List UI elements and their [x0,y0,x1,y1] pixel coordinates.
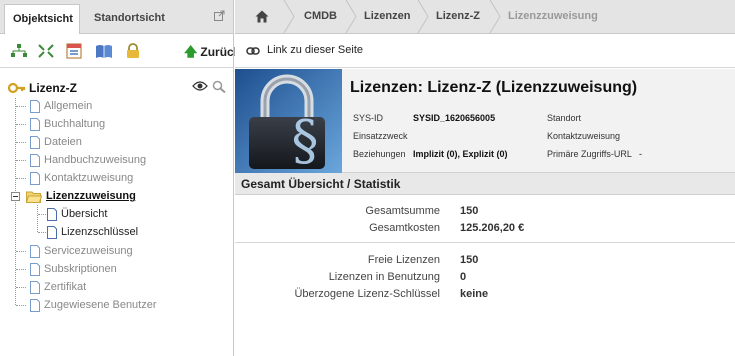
breadcrumb-separator-icon [345,0,357,33]
tree-item-handbuchzuweisung[interactable]: Handbuchzuweisung [30,152,146,168]
stat-value-ueberzogene-schluessel: keine [460,288,489,300]
home-icon[interactable] [255,10,269,23]
attr-label-beziehungen: Beziehungen [353,149,406,159]
object-header: § Lizenzen: Lizenz-Z (Lizenzzuweisung) S… [235,69,735,173]
page-link[interactable]: Link zu dieser Seite [267,44,363,56]
document-icon [47,225,57,239]
document-icon [30,298,40,312]
arrow-up-icon: 🡅 [184,44,198,59]
breadcrumb: CMDB Lizenzen Lizenz-Z Lizenzzuweisung [235,0,735,34]
chain-link-icon [246,47,260,55]
tree-item-label: Übersicht [61,208,108,220]
document-icon [30,262,40,276]
license-lock-image: § [235,69,342,173]
svg-text:§: § [292,109,319,172]
document-icon [30,171,40,185]
stat-value-gesamtsumme: 150 [460,205,479,217]
tree-toolbar: 🡅 Zurück [0,34,240,68]
tree-collapse-icon[interactable] [37,43,55,59]
tree-item-kontaktzuweisung[interactable]: Kontaktzuweisung [30,170,133,186]
tree-item-zugewiesene-benutzer[interactable]: Zugewiesene Benutzer [30,297,157,313]
stat-value-gesamtkosten: 125.206,20 € [460,222,525,234]
popout-icon[interactable] [214,10,225,21]
breadcrumb-item-lizenzen[interactable]: Lizenzen [364,0,410,33]
tree-item-label: Zugewiesene Benutzer [44,299,157,311]
section-title: Gesamt Übersicht / Statistik [235,173,735,195]
attr-value-sysid: SYSID_1620656005 [413,113,496,123]
tree-item-label: Allgemein [44,100,93,112]
magnifier-icon[interactable] [212,80,226,93]
breadcrumb-item-lizenz-z[interactable]: Lizenz-Z [436,0,480,33]
breadcrumb-item-current: Lizenzzuweisung [508,10,598,22]
tree-item-servicezuweisung[interactable]: Servicezuweisung [30,243,133,259]
stat-value-lizenzen-in-benutzung: 0 [460,271,467,283]
breadcrumb-separator-icon [489,0,501,33]
document-icon [30,117,40,131]
stat-value-freie-lizenzen: 150 [460,254,479,266]
attr-label-standort: Standort [547,113,582,123]
tree-item-buchhaltung[interactable]: Buchhaltung [30,116,105,132]
tree-item-label: Dateien [44,136,82,148]
tree-root[interactable]: Lizenz-Z [8,80,77,96]
folder-open-icon [26,191,42,203]
stat-label-gesamtsumme: Gesamtsumme [365,205,440,217]
stat-divider [235,242,735,243]
stat-label-freie-lizenzen: Freie Lizenzen [367,254,440,266]
document-icon [47,207,57,221]
tree-item-zertifikat[interactable]: Zertifikat [30,279,86,295]
tab-objektsicht[interactable]: Objektsicht [4,4,80,35]
collapse-toggle-icon[interactable] [11,192,20,201]
tab-standortsicht[interactable]: Standortsicht [86,4,173,34]
object-title: Lizenzen: Lizenz-Z (Lizenzzuweisung) [350,79,638,96]
tree-item-subskriptionen[interactable]: Subskriptionen [30,261,117,277]
tree-item-lizenzzuweisung[interactable]: Lizenzzuweisung [26,188,136,204]
stat-label-lizenzen-in-benutzung: Lizenzen in Benutzung [328,271,440,283]
lock-icon[interactable] [124,43,142,59]
tree-item-label: Buchhaltung [44,118,106,130]
tree-item-label: Kontaktzuweisung [44,172,134,184]
attr-value-beziehungen: Implizit (0), Explizit (0) [413,149,508,159]
breadcrumb-item-cmdb[interactable]: CMDB [304,0,337,33]
tree-item-label: Lizenzschlüssel [61,226,139,238]
view-tabs: Objektsicht Standortsicht [0,0,233,35]
book-icon[interactable] [95,43,113,59]
document-icon [30,99,40,113]
tree-item-dateien[interactable]: Dateien [30,134,82,150]
attr-label-zugriffs-url: Primäre Zugriffs-URL [547,149,632,159]
attr-label-einsatzzweck: Einsatzzweck [353,131,408,141]
tree-item-label: Lizenzzuweisung [46,190,136,202]
tree-expand-icon[interactable] [10,43,28,59]
document-icon [30,135,40,149]
content-panel: CMDB Lizenzen Lizenz-Z Lizenzzuweisung L… [235,0,735,356]
tree-root-label: Lizenz-Z [29,81,77,95]
back-button[interactable]: 🡅 Zurück [184,43,240,65]
breadcrumb-separator-icon [417,0,429,33]
attr-label-sysid: SYS-ID [353,113,384,123]
tree-item-label: Subskriptionen [44,263,117,275]
page-link-bar: Link zu dieser Seite [235,34,735,68]
tree-item-label: Handbuchzuweisung [44,154,147,166]
attr-value-zugriffs-url: - [639,149,642,159]
document-icon [30,244,40,258]
attr-label-kontaktzuweisung: Kontaktzuweisung [547,131,621,141]
key-icon [8,82,26,94]
tree-item-uebersicht[interactable]: Übersicht [47,206,107,222]
stat-label-gesamtkosten: Gesamtkosten [369,222,440,234]
eye-icon[interactable] [192,80,208,92]
tree-item-allgemein[interactable]: Allgemein [30,98,92,114]
tree-item-label: Servicezuweisung [44,245,133,257]
stat-label-ueberzogene-schluessel: Überzogene Lizenz-Schlüssel [294,288,440,300]
tree-item-label: Zertifikat [44,281,87,293]
breadcrumb-separator-icon [283,0,295,33]
document-icon [30,153,40,167]
calendar-icon[interactable] [65,43,83,59]
tree-item-lizenzschluessel[interactable]: Lizenzschlüssel [47,224,138,240]
navigation-panel: Objektsicht Standortsicht 🡅 Zurück Lizen… [0,0,240,356]
document-icon [30,280,40,294]
